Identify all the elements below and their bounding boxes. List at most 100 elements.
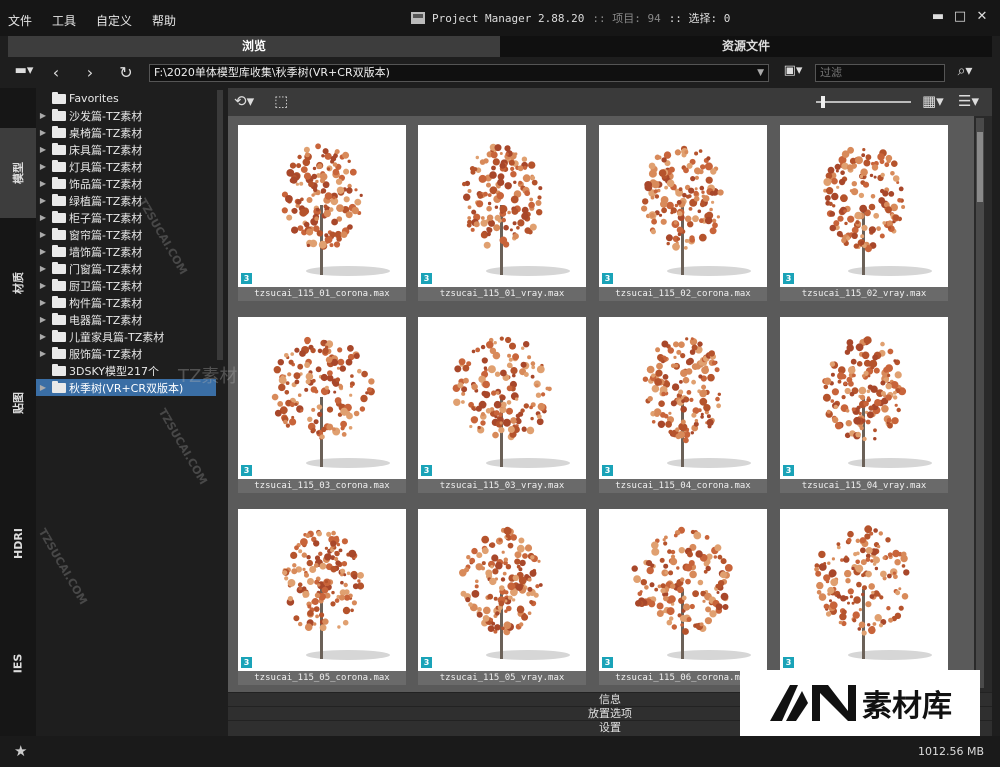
tree-item-favorites[interactable]: Favorites (36, 90, 216, 107)
expand-caret-icon[interactable]: ▶ (38, 349, 48, 358)
model-thumbnail[interactable]: 3 (780, 509, 948, 671)
path-input[interactable]: F:\2020单体模型库收集\秋季树(VR+CR双版本) ▼ (149, 64, 769, 82)
side-tab-models[interactable]: 模型 (0, 128, 36, 218)
model-card[interactable]: 3 tzsucai_115_03_vray.max (418, 317, 586, 493)
status-bar: ★ 1012.56 MB (0, 736, 1000, 767)
expand-caret-icon[interactable]: ▶ (38, 332, 48, 341)
tree-item-category[interactable]: ▶ 墙饰篇-TZ素材 (36, 243, 216, 260)
expand-caret-icon[interactable]: ▶ (38, 162, 48, 171)
model-card[interactable]: 3 tzsucai_115_04_vray.max (780, 317, 948, 493)
expand-caret-icon[interactable]: ▶ (38, 213, 48, 222)
model-card[interactable]: 3 tzsucai_115_06_corona.max (599, 509, 767, 685)
folder-menu-icon[interactable]: ▬▾ (10, 63, 38, 83)
max-file-badge-icon: 3 (421, 465, 432, 476)
folder-icon (52, 244, 66, 257)
expand-caret-icon[interactable]: ▶ (38, 264, 48, 273)
back-icon[interactable]: ‹ (46, 63, 66, 83)
model-thumbnail[interactable]: 3 (418, 509, 586, 671)
close-icon[interactable]: ✕ (972, 9, 992, 27)
model-card[interactable]: 3 tzsucai_115_01_corona.max (238, 125, 406, 301)
tree-item-category[interactable]: ▶ 饰品篇-TZ素材 (36, 175, 216, 192)
content-toolbar: ⟲▾ ⬚ ▦▾ ☰▾ (228, 88, 992, 116)
tree-item-category[interactable]: ▶ 沙发篇-TZ素材 (36, 107, 216, 124)
max-file-badge-icon: 3 (241, 465, 252, 476)
filter-input[interactable]: 过滤 (815, 64, 945, 82)
expand-caret-icon[interactable]: ▶ (38, 247, 48, 256)
model-card[interactable]: 3 tzsucai_115_05_corona.max (238, 509, 406, 685)
model-card[interactable]: 3 tzsucai_115_02_corona.max (599, 125, 767, 301)
path-dropdown-icon[interactable]: ▼ (757, 65, 764, 81)
folder-icon (52, 91, 66, 104)
model-thumbnail[interactable]: 3 (599, 125, 767, 287)
model-card[interactable]: 3 tzsucai_115_03_corona.max (238, 317, 406, 493)
expand-caret-icon[interactable]: ▶ (38, 281, 48, 290)
forward-icon[interactable]: › (80, 63, 100, 83)
tree-item-category[interactable]: ▶ 服饰篇-TZ素材 (36, 345, 216, 362)
model-thumbnail[interactable]: 3 (599, 509, 767, 671)
expand-caret-icon[interactable]: ▶ (38, 179, 48, 188)
menu-file[interactable]: 文件 (8, 12, 32, 29)
expand-caret-icon[interactable]: ▶ (38, 230, 48, 239)
menu-tools[interactable]: 工具 (52, 12, 76, 29)
model-thumbnail[interactable]: 3 (418, 317, 586, 479)
model-thumbnail[interactable]: 3 (780, 125, 948, 287)
package-icon[interactable]: ⬚ (274, 92, 288, 110)
model-card[interactable]: 3 tzsucai_115_05_vray.max (418, 509, 586, 685)
model-thumbnail[interactable]: 3 (418, 125, 586, 287)
tree-scrollbar[interactable] (217, 90, 223, 360)
tree-item-category[interactable]: ▶ 构件篇-TZ素材 (36, 294, 216, 311)
folder-icon (52, 193, 66, 206)
tab-resource-files[interactable]: 资源文件 (500, 36, 992, 57)
tree-item-category[interactable]: ▶ 厨卫篇-TZ素材 (36, 277, 216, 294)
tree-item-category[interactable]: ▶ 床具篇-TZ素材 (36, 141, 216, 158)
expand-caret-icon[interactable]: ▶ (38, 298, 48, 307)
model-card[interactable]: 3 tzsucai_115_01_vray.max (418, 125, 586, 301)
tree-item-category[interactable]: ▶ 电器篇-TZ素材 (36, 311, 216, 328)
expand-caret-icon[interactable]: ▶ (38, 196, 48, 205)
grid-view-icon[interactable]: ▦▾ (922, 92, 944, 110)
tree-item-category[interactable]: ▶ 绿植篇-TZ素材 (36, 192, 216, 209)
model-thumbnail[interactable]: 3 (780, 317, 948, 479)
tree-item-category[interactable]: ▶ 灯具篇-TZ素材 (36, 158, 216, 175)
tree-item-category[interactable]: ▶ 桌椅篇-TZ素材 (36, 124, 216, 141)
expand-caret-icon[interactable]: ▶ (38, 145, 48, 154)
model-thumbnail[interactable]: 3 (599, 317, 767, 479)
sync-icon[interactable]: ⟲▾ (234, 92, 254, 110)
slider-knob[interactable] (821, 96, 825, 108)
search-icon[interactable]: ⌕▾ (952, 63, 978, 83)
model-card[interactable]: 3tzsucai_115_06_vray.max (780, 509, 948, 685)
minimize-icon[interactable]: ▬ (928, 9, 948, 27)
filter-placeholder: 过滤 (820, 66, 842, 79)
menu-help[interactable]: 帮助 (152, 12, 176, 29)
side-tab-textures[interactable]: 贴图 (0, 358, 36, 448)
model-thumbnail[interactable]: 3 (238, 509, 406, 671)
side-tab-hdri[interactable]: HDRI (0, 498, 36, 588)
model-card[interactable]: 3 tzsucai_115_04_corona.max (599, 317, 767, 493)
tree-item-category[interactable]: ▶ 柜子篇-TZ素材 (36, 209, 216, 226)
expand-caret-icon[interactable]: ▶ (38, 128, 48, 137)
tree-item-label: 饰品篇-TZ素材 (69, 177, 143, 191)
grid-scrollbar[interactable] (976, 118, 984, 688)
side-tab-materials[interactable]: 材质 (0, 238, 36, 328)
sort-icon[interactable]: ☰▾ (958, 92, 979, 110)
thumbnail-size-slider[interactable] (816, 96, 911, 108)
maximize-icon[interactable]: □ (950, 9, 970, 27)
grid-scrollbar-thumb[interactable] (977, 132, 983, 202)
tree-item-category[interactable]: ▶ 儿童家具篇-TZ素材 (36, 328, 216, 345)
expand-caret-icon[interactable]: ▶ (38, 111, 48, 120)
expand-caret-icon[interactable]: ▶ (38, 315, 48, 324)
model-card[interactable]: 3 tzsucai_115_02_vray.max (780, 125, 948, 301)
folder-tree: Favorites ▶ 沙发篇-TZ素材 ▶ 桌椅篇-TZ素材 ▶ 床具篇-TZ素材 ▶ 灯具篇… (36, 88, 226, 736)
model-thumbnail[interactable]: 3 (238, 125, 406, 287)
side-tab-ies[interactable]: IES (0, 618, 36, 708)
menu-customize[interactable]: 自定义 (96, 12, 132, 29)
refresh-icon[interactable]: ↻ (116, 63, 136, 83)
model-thumbnail[interactable]: 3 (238, 317, 406, 479)
tree-item-label: 绿植篇-TZ素材 (69, 194, 143, 208)
content-panel: ⟲▾ ⬚ ▦▾ ☰▾ 3 tzsucai_115_01_corona.max 3 tz… (228, 88, 992, 736)
expand-caret-icon[interactable]: ▶ (38, 383, 48, 392)
bookmark-icon[interactable]: ▣▾ (778, 63, 808, 83)
tab-browse[interactable]: 浏览 (8, 36, 500, 57)
star-icon[interactable]: ★ (14, 742, 27, 760)
tree-item-category[interactable]: ▶ 窗帘篇-TZ素材 (36, 226, 216, 243)
